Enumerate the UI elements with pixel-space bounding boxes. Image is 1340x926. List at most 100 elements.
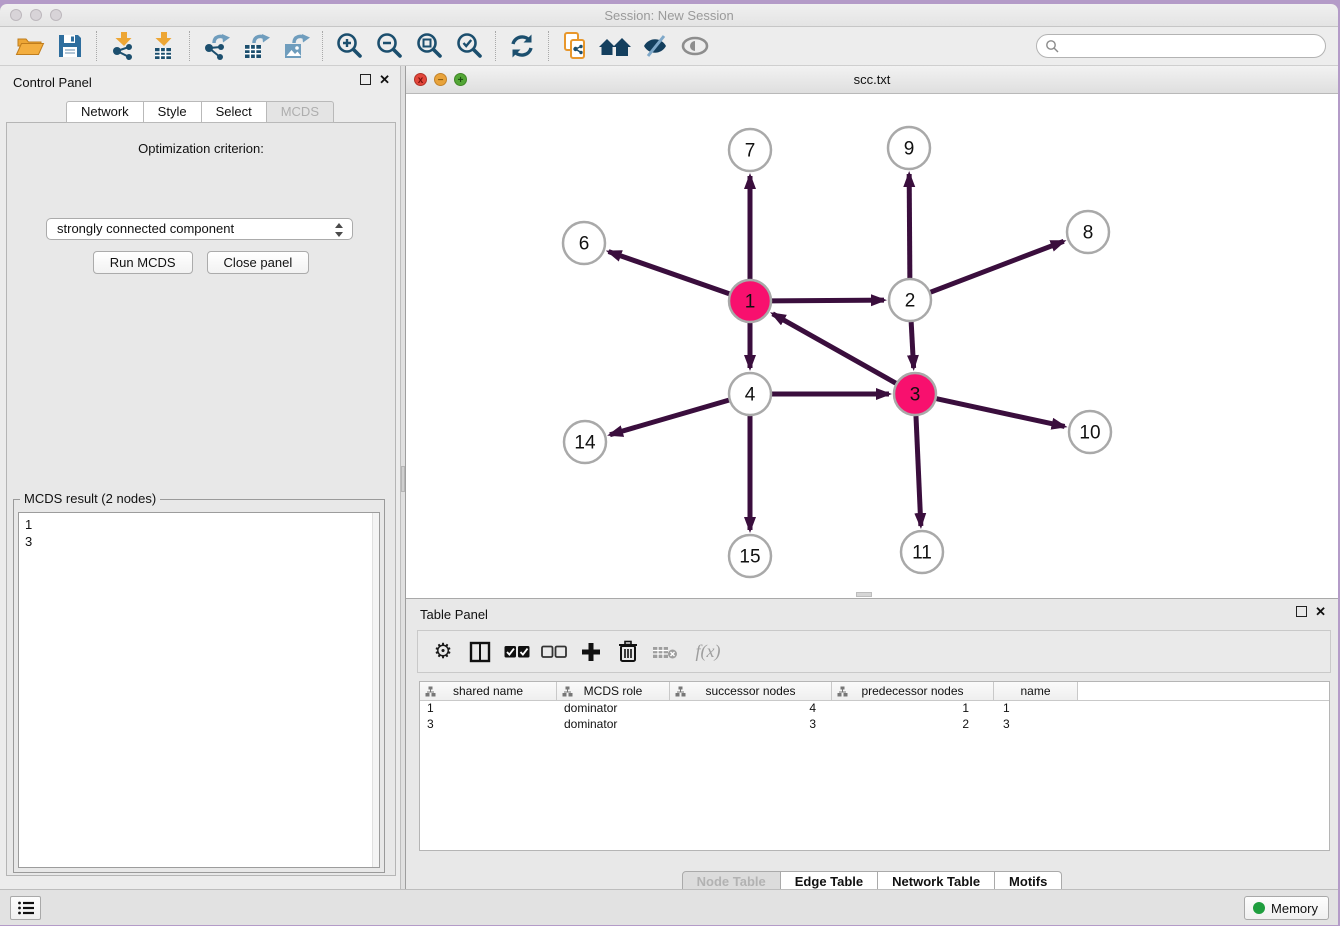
network-graph: 7 9 6 8 1 2 4 3 14 10 15 11 <box>406 94 1334 598</box>
search-input[interactable] <box>1036 34 1326 58</box>
column-header-successor-nodes[interactable]: successor nodes <box>670 682 832 700</box>
graph-edge-3-11[interactable] <box>916 416 921 526</box>
function-builder-button[interactable]: f(x) <box>687 636 729 668</box>
table-row[interactable]: 3dominator323 <box>420 717 1329 733</box>
save-icon <box>56 32 84 60</box>
graph-node-2[interactable]: 2 <box>889 279 931 321</box>
memory-button[interactable]: Memory <box>1244 896 1329 920</box>
network-from-selection-button[interactable] <box>555 29 595 63</box>
graph-node-3[interactable]: 3 <box>894 373 936 415</box>
graph-edge-1-6[interactable] <box>609 252 730 294</box>
close-table-panel-icon[interactable]: ✕ <box>1315 606 1326 617</box>
control-panel-title: Control Panel <box>13 75 92 90</box>
save-session-button[interactable] <box>50 29 90 63</box>
run-mcds-button[interactable]: Run MCDS <box>93 251 193 274</box>
graph-node-8[interactable]: 8 <box>1067 211 1109 253</box>
column-header-mcds-role[interactable]: MCDS role <box>557 682 670 700</box>
criterion-dropdown[interactable]: strongly connected component <box>46 218 353 240</box>
export-image-button[interactable] <box>276 29 316 63</box>
graph-node-10[interactable]: 10 <box>1069 411 1111 453</box>
tab-network[interactable]: Network <box>66 101 144 123</box>
mcds-panel: Optimization criterion: strongly connect… <box>6 122 396 876</box>
list-icon <box>17 900 35 916</box>
mcds-result-text[interactable]: 1 3 <box>18 512 380 868</box>
minimize-network-button[interactable]: − <box>434 73 447 86</box>
sort-icon <box>425 686 436 697</box>
graph-edge-3-1[interactable] <box>773 314 896 383</box>
import-network-icon <box>108 31 138 61</box>
table-cell: 4 <box>670 701 832 717</box>
float-table-panel-icon[interactable] <box>1296 606 1307 617</box>
column-header-name[interactable]: name <box>994 682 1078 700</box>
open-folder-icon <box>15 31 45 61</box>
graph-edge-4-14[interactable] <box>610 400 729 435</box>
node-table: shared name MCDS role successor nodes <box>419 681 1330 851</box>
table-cell: 3 <box>420 717 557 733</box>
delete-table-button[interactable] <box>650 636 680 668</box>
graph-node-4[interactable]: 4 <box>729 373 771 415</box>
column-header-predecessor-nodes[interactable]: predecessor nodes <box>832 682 994 700</box>
birds-eye-button[interactable] <box>675 29 715 63</box>
zoom-in-button[interactable] <box>329 29 369 63</box>
eye-icon <box>679 31 711 61</box>
minimize-window-button[interactable] <box>30 9 42 21</box>
graph-node-9[interactable]: 9 <box>888 127 930 169</box>
graph-node-label: 8 <box>1083 223 1094 244</box>
search-icon <box>1045 39 1059 53</box>
zoom-selected-icon <box>454 31 484 61</box>
graph-node-7[interactable]: 7 <box>729 129 771 171</box>
export-network-button[interactable] <box>196 29 236 63</box>
close-panel-icon[interactable]: ✕ <box>379 74 390 85</box>
import-network-button[interactable] <box>103 29 143 63</box>
float-panel-icon[interactable] <box>360 74 371 85</box>
column-header-shared-name[interactable]: shared name <box>420 682 557 700</box>
hide-labels-button[interactable] <box>635 29 675 63</box>
sort-icon <box>837 686 848 697</box>
main-area: Control Panel ✕ Network Style Select MCD… <box>0 66 1338 889</box>
graph-node-1[interactable]: 1 <box>729 280 771 322</box>
add-column-button[interactable] <box>576 636 606 668</box>
tab-style[interactable]: Style <box>144 101 202 123</box>
column-label: MCDS role <box>584 684 643 698</box>
criterion-dropdown-value: strongly connected component <box>57 221 234 236</box>
search-box <box>1036 34 1326 58</box>
zoom-selected-button[interactable] <box>449 29 489 63</box>
close-network-button[interactable]: x <box>414 73 427 86</box>
graph-edge-2-8[interactable] <box>931 241 1064 292</box>
refresh-layout-button[interactable] <box>502 29 542 63</box>
tab-select[interactable]: Select <box>202 101 267 123</box>
close-window-button[interactable] <box>10 9 22 21</box>
maximize-window-button[interactable] <box>50 9 62 21</box>
select-all-button[interactable] <box>502 636 532 668</box>
status-bar: Memory <box>0 889 1338 925</box>
graph-node-15[interactable]: 15 <box>729 535 771 577</box>
deselect-all-button[interactable] <box>539 636 569 668</box>
zoom-fit-button[interactable] <box>409 29 449 63</box>
tab-mcds[interactable]: MCDS <box>267 101 334 123</box>
graph-edge-1-2[interactable] <box>772 300 884 301</box>
zoom-out-icon <box>374 31 404 61</box>
import-table-button[interactable] <box>143 29 183 63</box>
column-layout-button[interactable] <box>465 636 495 668</box>
graph-node-14[interactable]: 14 <box>564 421 606 463</box>
table-settings-button[interactable]: ⚙ <box>428 636 458 668</box>
delete-column-button[interactable] <box>613 636 643 668</box>
zoom-network-button[interactable]: + <box>454 73 467 86</box>
zoom-out-button[interactable] <box>369 29 409 63</box>
table-row[interactable]: 1dominator411 <box>420 701 1329 717</box>
home-layout-button[interactable] <box>595 29 635 63</box>
open-file-button[interactable] <box>10 29 50 63</box>
export-table-button[interactable] <box>236 29 276 63</box>
network-view-title: scc.txt <box>406 66 1338 94</box>
network-window-controls: x − + <box>414 73 467 86</box>
network-canvas[interactable]: 7 9 6 8 1 2 4 3 14 10 15 11 <box>406 94 1338 598</box>
graph-edge-2-3[interactable] <box>911 322 913 368</box>
graph-node-6[interactable]: 6 <box>563 222 605 264</box>
result-scrollbar[interactable] <box>372 513 379 867</box>
graph-node-11[interactable]: 11 <box>901 531 943 573</box>
graph-edge-2-9[interactable] <box>909 174 910 278</box>
close-panel-button[interactable]: Close panel <box>207 251 310 274</box>
graph-edge-3-10[interactable] <box>936 399 1064 427</box>
canvas-resize-grip[interactable] <box>856 592 872 597</box>
task-history-button[interactable] <box>10 896 41 920</box>
